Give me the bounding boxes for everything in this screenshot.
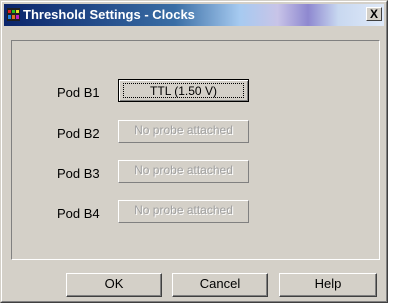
- title-bar[interactable]: Threshold Settings - Clocks X: [4, 4, 384, 26]
- pod-threshold-panel: Pod B1 TTL (1.50 V) Pod B2 No probe atta…: [11, 40, 380, 260]
- pod-b1-label: Pod B1: [57, 85, 100, 100]
- pod-b3-threshold-button: No probe attached: [118, 160, 249, 183]
- pod-b4-threshold-button: No probe attached: [118, 200, 249, 223]
- pod-b2-threshold-button: No probe attached: [118, 120, 249, 143]
- app-icon: [7, 8, 20, 21]
- pod-b3-label: Pod B3: [57, 166, 100, 181]
- cancel-button[interactable]: Cancel: [172, 273, 268, 297]
- pod-b1-threshold-button[interactable]: TTL (1.50 V): [118, 79, 249, 102]
- pod-b2-label: Pod B2: [57, 126, 100, 141]
- threshold-settings-dialog: Threshold Settings - Clocks X Pod B1 TTL…: [0, 0, 388, 303]
- close-icon: X: [369, 7, 378, 21]
- pod-b1-threshold-text: TTL (1.50 V): [123, 83, 244, 98]
- dialog-frame: Threshold Settings - Clocks X Pod B1 TTL…: [1, 1, 387, 302]
- ok-button[interactable]: OK: [66, 273, 162, 297]
- window-title: Threshold Settings - Clocks: [23, 7, 195, 22]
- help-button[interactable]: Help: [279, 273, 377, 297]
- pod-b4-label: Pod B4: [57, 206, 100, 221]
- close-button[interactable]: X: [366, 7, 382, 21]
